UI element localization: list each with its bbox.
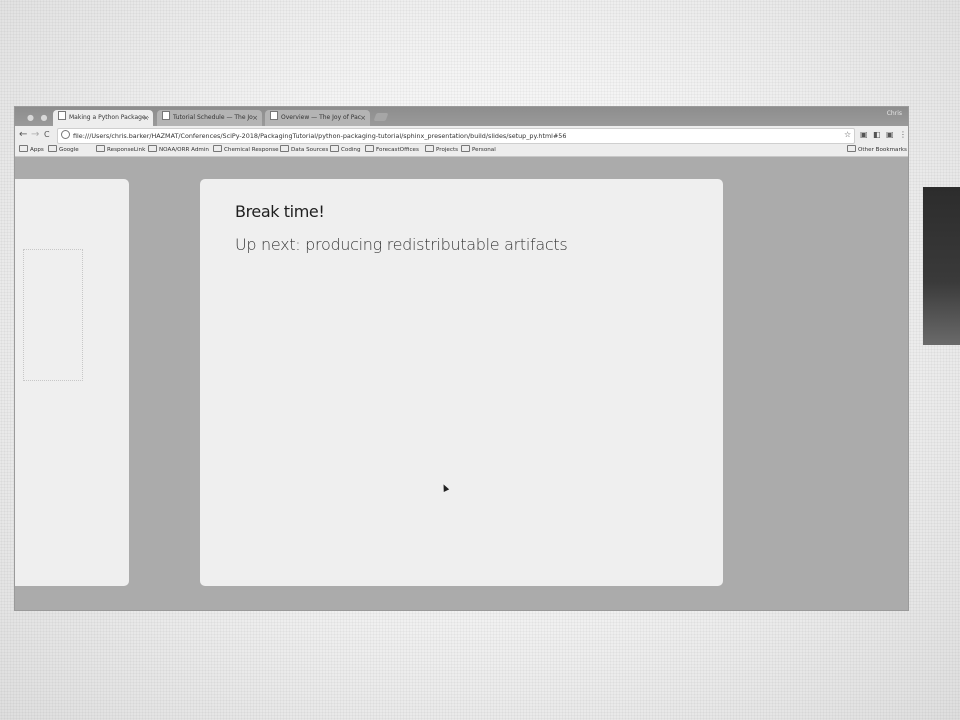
apps-icon bbox=[19, 145, 28, 152]
folder-icon bbox=[847, 145, 856, 152]
bookmark-label: Personal bbox=[472, 147, 496, 153]
extension-icon[interactable]: ▣ bbox=[886, 130, 894, 139]
info-icon[interactable] bbox=[61, 130, 70, 139]
folder-icon bbox=[280, 145, 289, 152]
reload-icon[interactable]: C bbox=[44, 128, 50, 142]
bookmarks-bar: Apps Google ResponseLink NOAA/ORR Admin … bbox=[15, 145, 908, 157]
forward-icon[interactable]: → bbox=[31, 128, 39, 142]
bookmark-label: Coding bbox=[341, 147, 361, 153]
tab-title: Making a Python Package — T bbox=[69, 114, 149, 121]
close-tab-icon[interactable]: × bbox=[143, 110, 149, 126]
bookmark-label: Projects bbox=[436, 147, 459, 153]
extension-icon[interactable]: ◧ bbox=[873, 130, 881, 139]
menu-icon[interactable]: ⋮ bbox=[899, 130, 907, 139]
tab-title: Tutorial Schedule — The Joy bbox=[173, 114, 253, 121]
tab-making-python-package[interactable]: Making a Python Package — T × bbox=[53, 110, 153, 126]
folder-icon bbox=[48, 145, 57, 152]
bookmark-label: Data Sources bbox=[291, 147, 329, 153]
bookmark-label: Google bbox=[59, 147, 79, 153]
bookmark-coding[interactable]: Coding bbox=[330, 145, 361, 156]
previous-slide-frame bbox=[23, 249, 83, 381]
bookmark-chemical-response[interactable]: Chemical Response bbox=[213, 145, 279, 156]
bookmark-personal[interactable]: Personal bbox=[461, 145, 496, 156]
bookmark-apps[interactable]: Apps bbox=[19, 145, 44, 156]
bookmark-noaa-orr-admin[interactable]: NOAA/ORR Admin bbox=[148, 145, 209, 156]
bookmark-label: NOAA/ORR Admin bbox=[159, 147, 209, 153]
folder-icon bbox=[461, 145, 470, 152]
extension-icon[interactable]: ▣ bbox=[860, 130, 868, 139]
previous-slide[interactable] bbox=[15, 179, 129, 586]
side-panel bbox=[923, 187, 960, 345]
close-tab-icon[interactable]: × bbox=[360, 110, 366, 126]
tab-strip: ● ● Making a Python Package — T × Tutori… bbox=[15, 107, 908, 126]
current-slide: Break time! Up next: producing redistrib… bbox=[200, 179, 723, 586]
browser-window: ● ● Making a Python Package — T × Tutori… bbox=[15, 107, 908, 610]
bookmark-data-sources[interactable]: Data Sources bbox=[280, 145, 328, 156]
tab-title: Overview — The Joy of Packa bbox=[281, 114, 361, 121]
bookmark-label: ResponseLink bbox=[107, 147, 146, 153]
folder-icon bbox=[148, 145, 157, 152]
slide-title: Break time! bbox=[235, 202, 325, 221]
close-tab-icon[interactable]: × bbox=[252, 110, 258, 126]
bookmark-label: Other Bookmarks bbox=[858, 147, 907, 153]
bookmark-projects[interactable]: Projects bbox=[425, 145, 458, 156]
bookmark-responselink[interactable]: ResponseLink bbox=[96, 145, 145, 156]
other-bookmarks[interactable]: Other Bookmarks bbox=[847, 145, 907, 156]
page-content: Break time! Up next: producing redistrib… bbox=[15, 157, 908, 610]
back-icon[interactable]: ← bbox=[19, 128, 27, 142]
bookmark-label: ForecastOffices bbox=[376, 147, 419, 153]
url-text: file:///Users/chris.barker/HAZMAT/Confer… bbox=[73, 132, 567, 140]
window-controls[interactable]: ● ● bbox=[27, 113, 50, 122]
bookmark-star-icon[interactable]: ☆ bbox=[844, 130, 851, 139]
folder-icon bbox=[330, 145, 339, 152]
folder-icon bbox=[213, 145, 222, 152]
folder-icon bbox=[425, 145, 434, 152]
tab-tutorial-schedule[interactable]: Tutorial Schedule — The Joy × bbox=[157, 110, 262, 126]
folder-icon bbox=[365, 145, 374, 152]
bookmark-forecastoffices[interactable]: ForecastOffices bbox=[365, 145, 419, 156]
address-bar[interactable]: file:///Users/chris.barker/HAZMAT/Confer… bbox=[57, 128, 855, 144]
page-icon bbox=[58, 111, 66, 120]
browser-toolbar: ← → C file:///Users/chris.barker/HAZMAT/… bbox=[15, 126, 908, 145]
page-icon bbox=[270, 111, 278, 120]
new-tab-button[interactable] bbox=[373, 113, 389, 121]
bookmark-label: Apps bbox=[30, 147, 44, 153]
tab-overview[interactable]: Overview — The Joy of Packa × bbox=[265, 110, 370, 126]
page-icon bbox=[162, 111, 170, 120]
slide-subtitle: Up next: producing redistributable artif… bbox=[235, 235, 568, 254]
bookmark-google[interactable]: Google bbox=[48, 145, 79, 156]
profile-button[interactable]: Chris bbox=[887, 110, 902, 117]
folder-icon bbox=[96, 145, 105, 152]
bookmark-label: Chemical Response bbox=[224, 147, 279, 153]
